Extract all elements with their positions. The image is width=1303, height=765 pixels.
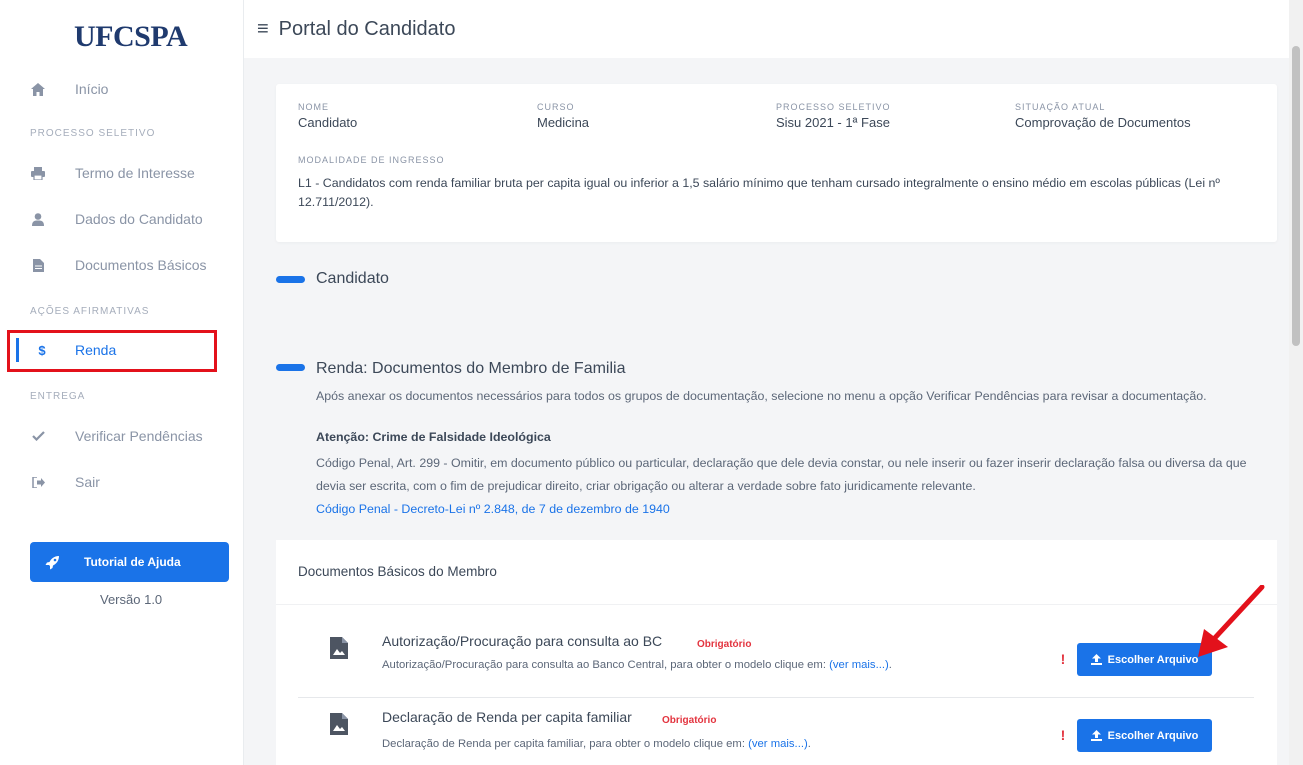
candidate-info-card: NOME Candidato CURSO Medicina PROCESSO S… [276,84,1277,242]
info-label: NOME [298,102,329,112]
info-value: Sisu 2021 - 1ª Fase [776,115,890,130]
dollar-icon: $ [38,342,46,358]
rocket-icon [45,555,61,570]
info-curso: CURSO Medicina [537,102,589,130]
info-value: Comprovação de Documentos [1015,115,1191,130]
file-image-icon [330,637,348,659]
sidebar-item-renda[interactable]: $ Renda [0,335,244,365]
sidebar: UFCSPA Início PROCESSO SELETIVO Termo de… [0,0,244,765]
document-title: Autorização/Procuração para consulta ao … [382,633,663,649]
choose-file-label: Escolher Arquivo [1107,653,1199,666]
atencao-heading: Atenção: Crime de Falsidade Ideológica [316,430,551,444]
file-image-icon [330,713,348,735]
warning-icon: ! [1060,651,1066,667]
upload-icon [1090,730,1102,741]
info-value: Candidato [298,115,358,130]
required-badge: Obrigatório [697,639,752,650]
document-description: Autorização/Procuração para consulta ao … [382,659,892,671]
choose-file-label: Escolher Arquivo [1107,729,1199,742]
document-description-text: Declaração de Renda per capita familiar,… [382,738,749,750]
hamburger-icon[interactable]: ≡ [257,18,269,41]
user-icon [30,212,46,226]
choose-file-button[interactable]: Escolher Arquivo [1077,643,1212,676]
document-description-end: . [807,738,811,750]
section-title-renda: Renda: Documentos do Membro de Familia [316,360,626,377]
sidebar-item-dados-candidato[interactable]: Dados do Candidato [0,204,244,234]
section-title-candidato: Candidato [316,270,389,287]
section-entrega: ENTREGA [30,391,86,402]
required-badge: Obrigatório [662,715,717,726]
documents-header: Documentos Básicos do Membro [298,564,497,579]
ver-mais-link[interactable]: (ver mais...) [829,659,889,671]
sidebar-item-label: Início [75,81,109,97]
info-label: SITUAÇÃO ATUAL [1015,102,1106,112]
ver-mais-link[interactable]: (ver mais...) [748,738,808,750]
row-divider [298,697,1254,698]
check-icon [30,431,46,441]
sidebar-item-label: Dados do Candidato [75,211,203,227]
sidebar-item-inicio[interactable]: Início [0,74,244,104]
help-button-label: Tutorial de Ajuda [84,555,181,569]
upload-icon [1090,654,1102,665]
codigo-penal-link[interactable]: Código Penal - Decreto-Lei nº 2.848, de … [316,502,670,516]
section-marker [276,276,305,283]
file-icon [30,258,46,272]
document-title: Declaração de Renda per capita familiar [382,709,632,725]
warning-icon: ! [1060,727,1066,743]
info-modalidade-value: L1 - Candidatos com renda familiar bruta… [298,176,1220,209]
sidebar-item-label: Verificar Pendências [75,428,203,444]
document-description-text: Autorização/Procuração para consulta ao … [382,659,830,671]
info-label: CURSO [537,102,575,112]
sidebar-item-termo-interesse[interactable]: Termo de Interesse [0,158,244,188]
section-marker [276,364,305,371]
sign-out-icon [30,476,46,488]
sidebar-item-label: Sair [75,474,100,490]
section-acoes-afirmativas: AÇÕES AFIRMATIVAS [30,306,150,317]
home-icon [30,82,46,96]
sidebar-item-sair[interactable]: Sair [0,467,244,497]
document-description: Declaração de Renda per capita familiar,… [382,738,811,750]
sidebar-item-label: Documentos Básicos [75,257,207,273]
vertical-scrollbar[interactable] [1289,0,1303,765]
info-value: Medicina [537,115,590,130]
section-processo-seletivo: PROCESSO SELETIVO [30,128,156,139]
info-modalidade-label: MODALIDADE DE INGRESSO [298,155,445,165]
version-text: Versão 1.0 [100,592,163,607]
divider [276,604,1277,605]
scrollbar-thumb[interactable] [1292,46,1300,346]
sidebar-item-label: Renda [75,342,117,358]
sidebar-item-verificar-pendencias[interactable]: Verificar Pendências [0,421,244,451]
printer-icon [30,166,46,180]
info-label: MODALIDADE DE INGRESSO [298,155,445,165]
sidebar-item-label: Termo de Interesse [75,165,195,181]
document-description-end: . [888,659,892,671]
tutorial-help-button[interactable]: Tutorial de Ajuda [30,542,229,582]
info-label: PROCESSO SELETIVO [776,102,891,112]
ufcspa-logo[interactable]: UFCSPA [74,20,188,54]
info-processo: PROCESSO SELETIVO Sisu 2021 - 1ª Fase [776,102,891,130]
choose-file-button[interactable]: Escolher Arquivo [1077,719,1212,752]
info-situacao: SITUAÇÃO ATUAL Comprovação de Documentos [1015,102,1191,130]
info-nome: NOME Candidato [298,102,357,130]
page-title: Portal do Candidato [278,17,456,40]
sidebar-item-documentos-basicos[interactable]: Documentos Básicos [0,250,244,280]
codigo-penal-text: Código Penal, Art. 299 - Omitir, em docu… [316,456,1247,493]
top-header: ≡ Portal do Candidato [244,0,1289,58]
renda-description: Após anexar os documentos necessários pa… [316,389,1207,403]
